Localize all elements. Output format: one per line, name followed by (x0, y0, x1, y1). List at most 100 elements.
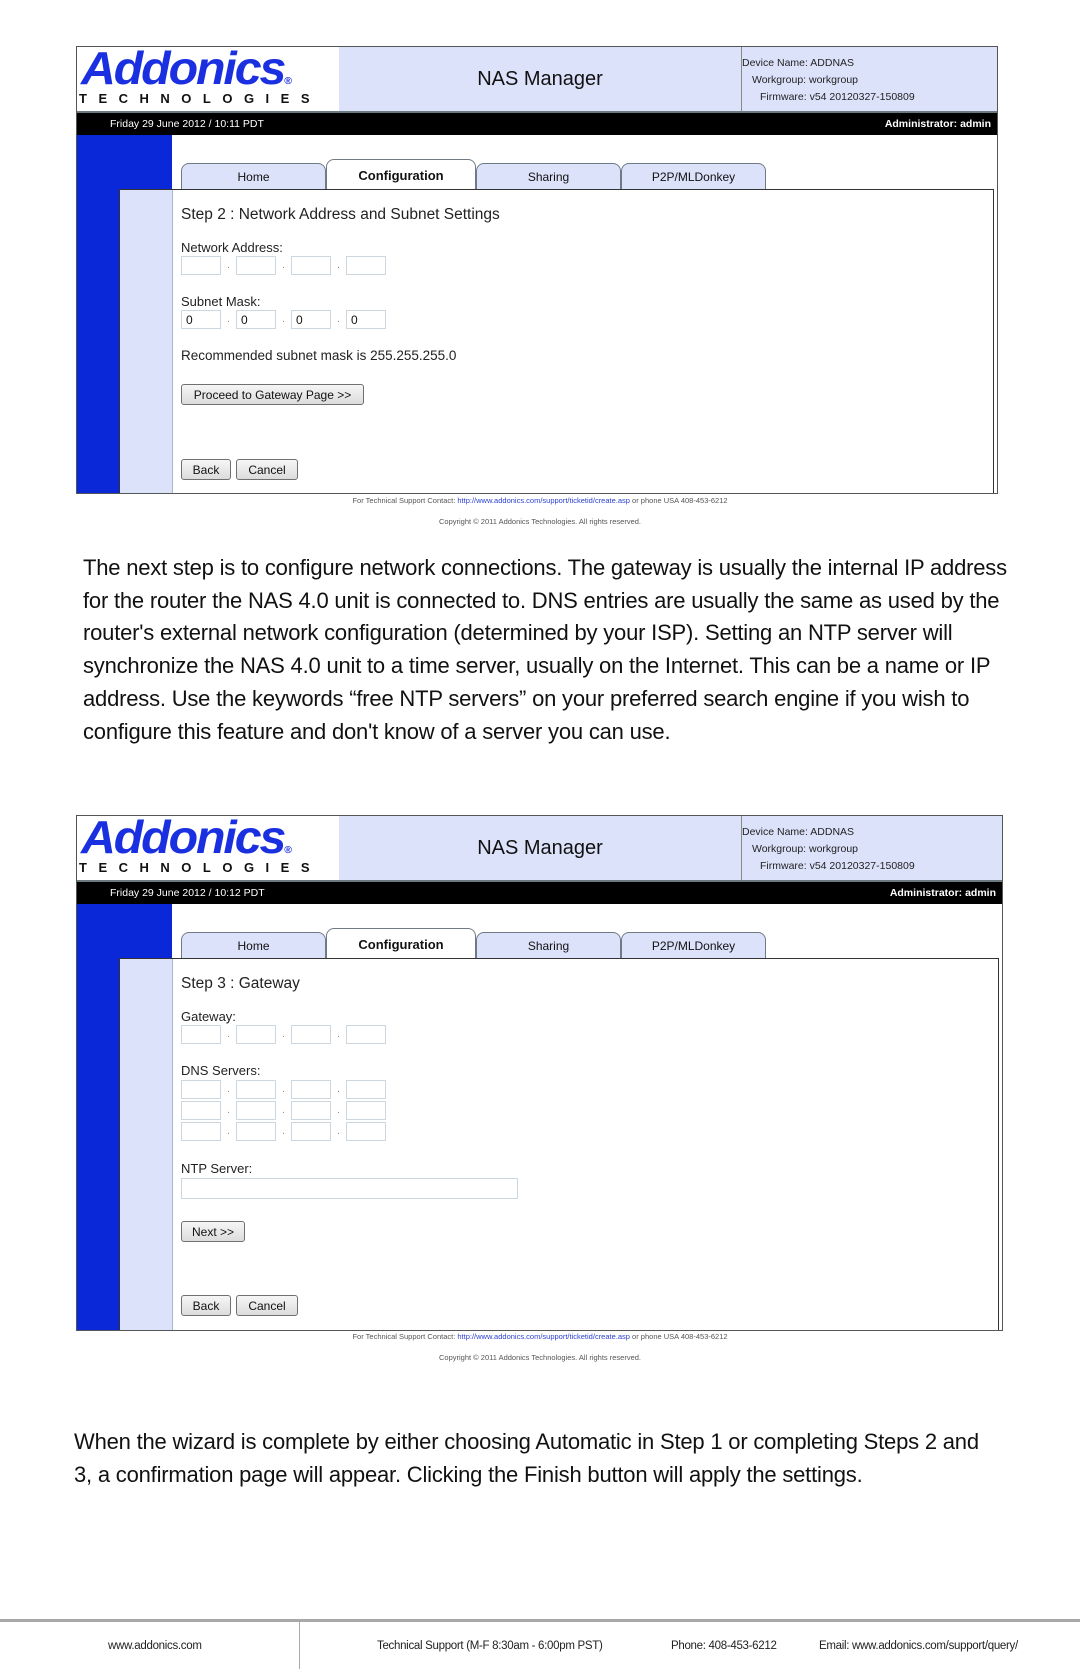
dns2-octet-3[interactable] (291, 1101, 331, 1120)
footer-support-hours: Technical Support (M-F 8:30am - 6:00pm P… (377, 1640, 603, 1652)
network-address-octet-1[interactable] (181, 256, 221, 275)
ntp-server-input[interactable] (181, 1178, 518, 1199)
network-address-octet-3[interactable] (291, 256, 331, 275)
dns3-octet-3[interactable] (291, 1122, 331, 1141)
dns2-octet-1[interactable] (181, 1101, 221, 1120)
firmware: Firmware: v54 20120327-150809 (760, 91, 915, 103)
subnet-mask-octet-4[interactable] (346, 310, 386, 329)
logo-subtitle: TECHNOLOGIES (79, 860, 322, 875)
status-bar: Friday 29 June 2012 / 10:11 PDT Administ… (77, 113, 997, 135)
content-left-column (120, 959, 173, 1330)
addonics-logo: Addonics® TECHNOLOGIES (77, 811, 339, 880)
gateway-octet-3[interactable] (291, 1025, 331, 1044)
tab-bar: Home Configuration Sharing P2P/MLDonkey (181, 928, 766, 960)
dns-server-1-input: . . . (181, 1080, 386, 1099)
subnet-mask-octet-3[interactable] (291, 310, 331, 329)
nas-manager-screenshot-step2: Addonics® TECHNOLOGIES NAS Manager Devic… (76, 42, 998, 494)
cancel-button[interactable]: Cancel (236, 459, 298, 480)
dns-servers-label: DNS Servers: (181, 1063, 261, 1078)
registered-mark: ® (284, 76, 292, 87)
gateway-octet-2[interactable] (236, 1025, 276, 1044)
support-suffix: or phone USA 408-453-6212 (629, 496, 728, 505)
back-button[interactable]: Back (181, 459, 231, 480)
logo-wordmark: Addonics (81, 811, 286, 863)
octet-separator: . (337, 1126, 340, 1137)
support-suffix: or phone USA 408-453-6212 (629, 1332, 728, 1341)
dns2-octet-4[interactable] (346, 1101, 386, 1120)
octet-separator: . (282, 260, 285, 271)
gateway-octet-4[interactable] (346, 1025, 386, 1044)
app-header: Addonics® TECHNOLOGIES NAS Manager Devic… (77, 811, 1002, 882)
footer-email: Email: www.addonics.com/support/query/ (819, 1640, 1018, 1652)
registered-mark: ® (284, 845, 292, 856)
app-footer-copyright: Copyright © 2011 Addonics Technologies. … (438, 517, 642, 526)
octet-separator: . (337, 1105, 340, 1116)
tab-bar: Home Configuration Sharing P2P/MLDonkey (181, 159, 766, 191)
workgroup: Workgroup: workgroup (752, 843, 859, 855)
octet-separator: . (337, 260, 340, 271)
subnet-recommendation: Recommended subnet mask is 255.255.255.0 (181, 348, 457, 363)
admin-user: Administrator: admin (889, 887, 996, 899)
app-title: NAS Manager (339, 47, 742, 111)
gateway-octet-1[interactable] (181, 1025, 221, 1044)
tab-home[interactable]: Home (181, 163, 326, 189)
tab-home[interactable]: Home (181, 932, 326, 958)
tab-sharing[interactable]: Sharing (476, 932, 621, 958)
tab-configuration[interactable]: Configuration (326, 159, 476, 191)
tab-p2p-mldonkey[interactable]: P2P/MLDonkey (621, 163, 766, 189)
workgroup: Workgroup: workgroup (752, 74, 859, 86)
network-address-octet-2[interactable] (236, 256, 276, 275)
back-button[interactable]: Back (181, 1295, 231, 1316)
octet-separator: . (282, 1084, 285, 1095)
content-box: Step 2 : Network Address and Subnet Sett… (119, 189, 994, 493)
date-time: Friday 29 June 2012 / 10:12 PDT (110, 887, 265, 899)
octet-separator: . (337, 314, 340, 325)
step-title: Step 2 : Network Address and Subnet Sett… (181, 206, 500, 223)
subnet-mask-octet-1[interactable] (181, 310, 221, 329)
support-link[interactable]: http://www.addonics.com/support/ticketid… (457, 496, 630, 505)
content-left-column (120, 190, 173, 493)
footer-phone: Phone: 408-453-6212 (671, 1640, 777, 1652)
octet-separator: . (227, 314, 230, 325)
dns-server-2-input: . . . (181, 1101, 386, 1120)
dns1-octet-1[interactable] (181, 1080, 221, 1099)
dns-server-3-input: . . . (181, 1122, 386, 1141)
step-title: Step 3 : Gateway (181, 975, 300, 992)
subnet-mask-octet-2[interactable] (236, 310, 276, 329)
tab-p2p-mldonkey[interactable]: P2P/MLDonkey (621, 932, 766, 958)
tab-configuration[interactable]: Configuration (326, 928, 476, 960)
support-link[interactable]: http://www.addonics.com/support/ticketid… (457, 1332, 630, 1341)
date-time: Friday 29 June 2012 / 10:11 PDT (110, 118, 264, 130)
gateway-input: . . . (181, 1025, 386, 1044)
dns3-octet-1[interactable] (181, 1122, 221, 1141)
next-button[interactable]: Next >> (181, 1221, 245, 1242)
dns1-octet-4[interactable] (346, 1080, 386, 1099)
device-name: Device Name: ADDNAS (742, 57, 855, 69)
page-footer-column-divider (299, 1622, 300, 1669)
gateway-label: Gateway: (181, 1009, 236, 1024)
network-address-octet-4[interactable] (346, 256, 386, 275)
octet-separator: . (337, 1084, 340, 1095)
cancel-button[interactable]: Cancel (236, 1295, 298, 1316)
dns1-octet-2[interactable] (236, 1080, 276, 1099)
dns3-octet-2[interactable] (236, 1122, 276, 1141)
logo-subtitle: TECHNOLOGIES (79, 91, 322, 106)
addonics-logo: Addonics® TECHNOLOGIES (77, 42, 339, 111)
dns2-octet-2[interactable] (236, 1101, 276, 1120)
network-address-label: Network Address: (181, 240, 283, 255)
octet-separator: . (227, 1126, 230, 1137)
app-title: NAS Manager (339, 816, 742, 880)
device-info: Device Name: ADDNAS Workgroup: workgroup… (742, 824, 915, 875)
proceed-to-gateway-button[interactable]: Proceed to Gateway Page >> (181, 384, 364, 405)
octet-separator: . (227, 1105, 230, 1116)
content-box: Step 3 : Gateway Gateway: . . . DNS Serv… (119, 958, 999, 1330)
dns1-octet-3[interactable] (291, 1080, 331, 1099)
octet-separator: . (227, 1029, 230, 1040)
footer-website: www.addonics.com (108, 1640, 202, 1652)
dns3-octet-4[interactable] (346, 1122, 386, 1141)
octet-separator: . (227, 260, 230, 271)
logo-wordmark: Addonics (81, 42, 286, 94)
app-header: Addonics® TECHNOLOGIES NAS Manager Devic… (77, 42, 997, 113)
tab-sharing[interactable]: Sharing (476, 163, 621, 189)
network-address-input: . . . (181, 256, 386, 275)
